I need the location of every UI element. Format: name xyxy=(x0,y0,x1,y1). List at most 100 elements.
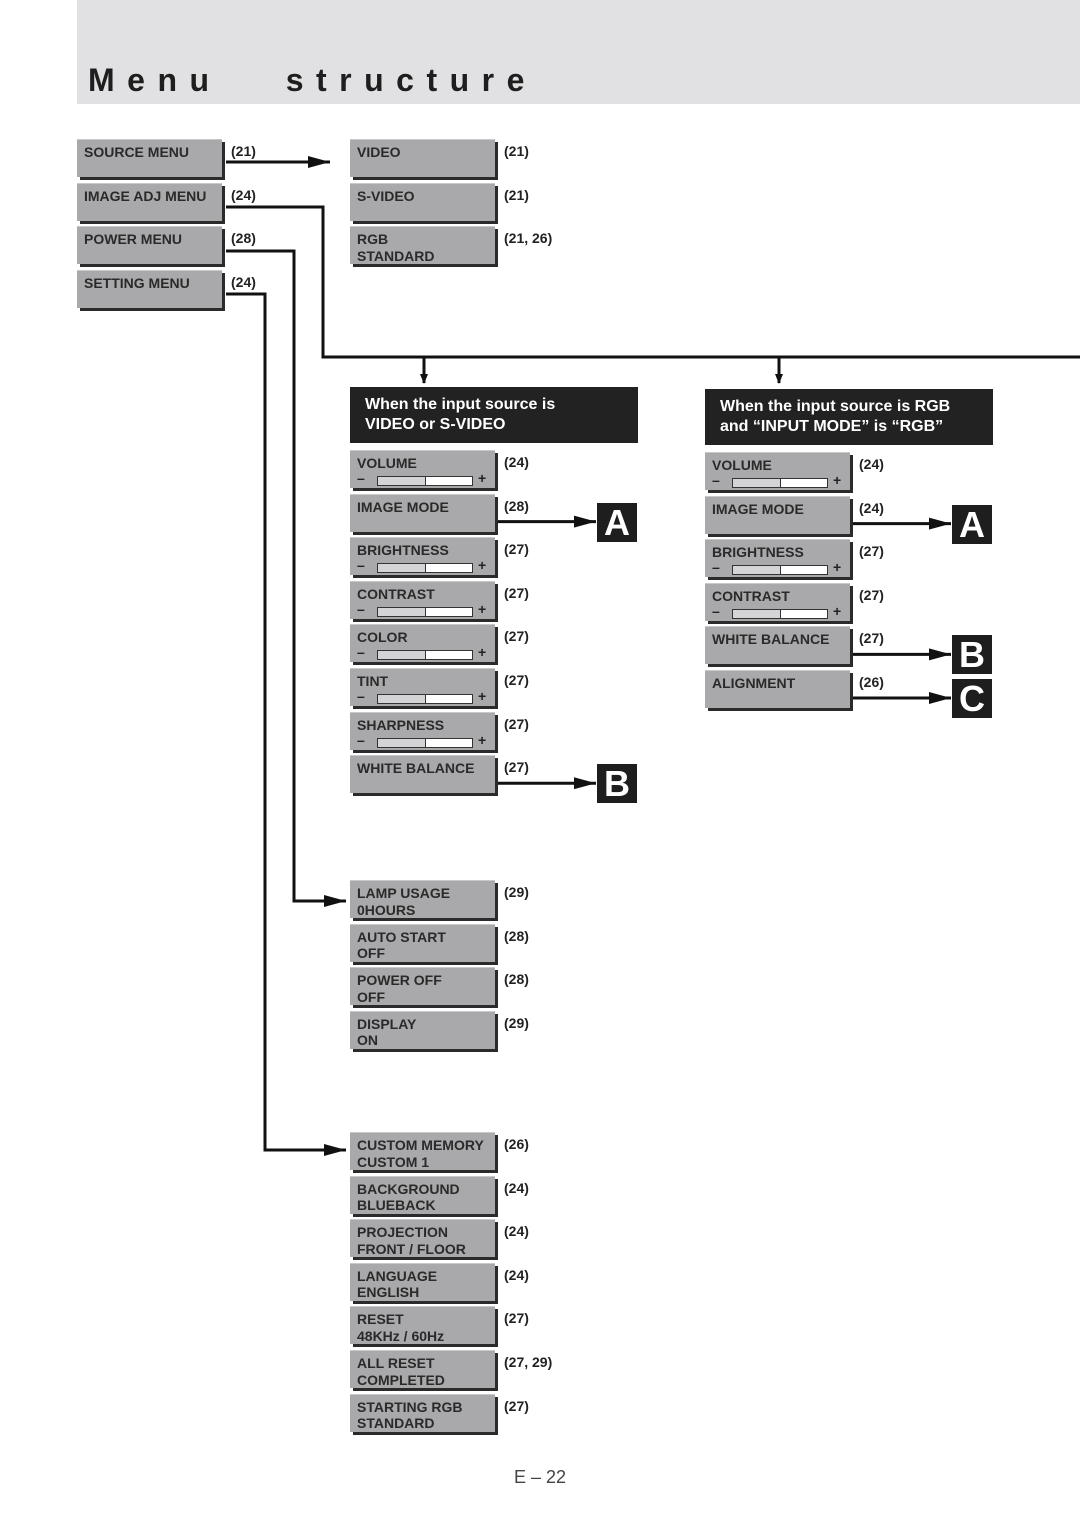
level-slider[interactable] xyxy=(732,478,828,488)
menu-item-label: BACKGROUND BLUEBACK xyxy=(357,1180,460,1214)
plus-icon[interactable]: + xyxy=(478,732,486,748)
slider-fill xyxy=(378,651,426,660)
menu-item[interactable]: SHARPNESS – + xyxy=(350,711,495,750)
menu-item[interactable]: BRIGHTNESS – + xyxy=(350,537,495,576)
menu-item[interactable]: VIDEO xyxy=(350,139,495,177)
menu-item[interactable]: S-VIDEO xyxy=(350,182,495,221)
level-slider[interactable] xyxy=(377,606,473,617)
page-reference: (24) xyxy=(504,1223,529,1240)
plus-icon[interactable]: + xyxy=(833,559,841,575)
menu-item-label: WHITE BALANCE xyxy=(712,631,830,648)
level-slider[interactable] xyxy=(377,737,473,748)
setting-menu-connector xyxy=(226,292,346,1156)
minus-icon[interactable]: – xyxy=(357,732,365,748)
menu-item[interactable]: VOLUME – + xyxy=(705,452,850,490)
level-slider[interactable] xyxy=(377,563,473,574)
plus-icon[interactable]: + xyxy=(478,601,486,617)
page-reference: (27) xyxy=(504,628,529,645)
menu-item[interactable]: CONTRAST – + xyxy=(705,582,850,621)
menu-item[interactable]: CONTRAST – + xyxy=(350,580,495,619)
menu-item-label: IMAGE MODE xyxy=(712,500,804,517)
menu-item[interactable]: BRIGHTNESS – + xyxy=(705,539,850,578)
page-reference: (24) xyxy=(504,1179,529,1196)
menu-item-label: LAMP USAGE 0HOURS xyxy=(357,885,451,918)
menu-item[interactable]: WHITE BALANCE xyxy=(350,755,495,794)
menu-item-label: IMAGE ADJ MENU xyxy=(84,187,207,204)
menu-item[interactable]: TINT – + xyxy=(350,668,495,706)
menu-item[interactable]: POWER MENU xyxy=(77,226,222,265)
minus-icon[interactable]: – xyxy=(712,603,720,619)
page-reference: (29) xyxy=(504,1014,529,1031)
level-slider[interactable] xyxy=(377,694,473,704)
menu-item-label: WHITE BALANCE xyxy=(357,760,475,777)
menu-item[interactable]: RESET 48KHz / 60Hz xyxy=(350,1306,495,1345)
menu-item[interactable]: SOURCE MENU xyxy=(77,139,222,177)
level-slider[interactable] xyxy=(732,608,828,619)
menu-item-label: CONTRAST xyxy=(712,587,790,604)
menu-item[interactable]: IMAGE ADJ MENU xyxy=(77,182,222,221)
page-reference: (26) xyxy=(504,1136,529,1152)
menu-item[interactable]: LAMP USAGE 0HOURS xyxy=(350,880,495,918)
menu-item[interactable]: PROJECTION FRONT / FLOOR xyxy=(350,1219,495,1258)
minus-icon[interactable]: – xyxy=(712,559,720,575)
menu-item-label: VOLUME xyxy=(357,455,417,471)
video-section-header: When the input source is VIDEO or S-VIDE… xyxy=(350,387,638,443)
page-reference: (24) xyxy=(231,186,256,203)
level-slider[interactable] xyxy=(732,565,828,576)
menu-item[interactable]: ALIGNMENT xyxy=(705,670,850,708)
section-badge-b: B xyxy=(597,764,637,804)
menu-item-label: AUTO START OFF xyxy=(357,928,446,962)
menu-item[interactable]: WHITE BALANCE xyxy=(705,626,850,665)
minus-icon[interactable]: – xyxy=(357,688,365,704)
page-reference: (27) xyxy=(504,584,529,601)
slider-fill xyxy=(378,607,426,616)
page-reference: (24) xyxy=(231,273,256,290)
page-reference: (24) xyxy=(859,456,884,472)
page-reference: (26) xyxy=(859,674,884,690)
menu-item[interactable]: AUTO START OFF xyxy=(350,923,495,962)
menu-item-label: IMAGE MODE xyxy=(357,498,449,515)
page-reference: (29) xyxy=(504,884,529,900)
section-badge-c: C xyxy=(952,679,992,719)
plus-icon[interactable]: + xyxy=(478,557,486,573)
page-reference: (27) xyxy=(859,630,884,647)
slider-fill xyxy=(378,477,426,485)
menu-item[interactable]: CUSTOM MEMORY CUSTOM 1 xyxy=(350,1132,495,1170)
slider-fill xyxy=(378,695,426,703)
page-reference: (24) xyxy=(859,499,884,516)
menu-item[interactable]: STARTING RGB STANDARD xyxy=(350,1393,495,1432)
minus-icon[interactable]: – xyxy=(712,472,720,488)
menu-item[interactable]: BACKGROUND BLUEBACK xyxy=(350,1175,495,1214)
menu-item[interactable]: RGB STANDARD xyxy=(350,226,495,265)
plus-icon[interactable]: + xyxy=(833,603,841,619)
menu-item-label: BRIGHTNESS xyxy=(712,544,804,561)
menu-item[interactable]: VOLUME – + xyxy=(350,450,495,488)
slider-fill xyxy=(733,609,781,618)
minus-icon[interactable]: – xyxy=(357,557,365,573)
menu-item[interactable]: POWER OFF OFF xyxy=(350,967,495,1006)
minus-icon[interactable]: – xyxy=(357,644,365,660)
page-reference: (28) xyxy=(504,971,529,988)
section-badge-b: B xyxy=(952,635,992,675)
page-reference: (27) xyxy=(504,715,529,732)
power-menu-connector xyxy=(226,249,346,907)
menu-item[interactable]: DISPLAY ON xyxy=(350,1010,495,1049)
minus-icon[interactable]: – xyxy=(357,601,365,617)
plus-icon[interactable]: + xyxy=(478,470,486,486)
menu-item[interactable]: IMAGE MODE xyxy=(350,493,495,532)
menu-item[interactable]: COLOR – + xyxy=(350,624,495,663)
menu-item[interactable]: LANGUAGE ENGLISH xyxy=(350,1262,495,1301)
page-reference: (28) xyxy=(504,497,529,514)
menu-item-label: SOURCE MENU xyxy=(84,144,190,160)
level-slider[interactable] xyxy=(377,476,473,486)
menu-item[interactable]: IMAGE MODE xyxy=(705,495,850,534)
section-badge-a: A xyxy=(952,504,992,544)
menu-item[interactable]: ALL RESET COMPLETED xyxy=(350,1350,495,1388)
level-slider[interactable] xyxy=(377,650,473,661)
plus-icon[interactable]: + xyxy=(833,472,841,488)
slider-fill xyxy=(378,738,426,747)
plus-icon[interactable]: + xyxy=(478,644,486,660)
menu-item[interactable]: SETTING MENU xyxy=(77,269,222,308)
plus-icon[interactable]: + xyxy=(478,688,486,704)
minus-icon[interactable]: – xyxy=(357,470,365,486)
